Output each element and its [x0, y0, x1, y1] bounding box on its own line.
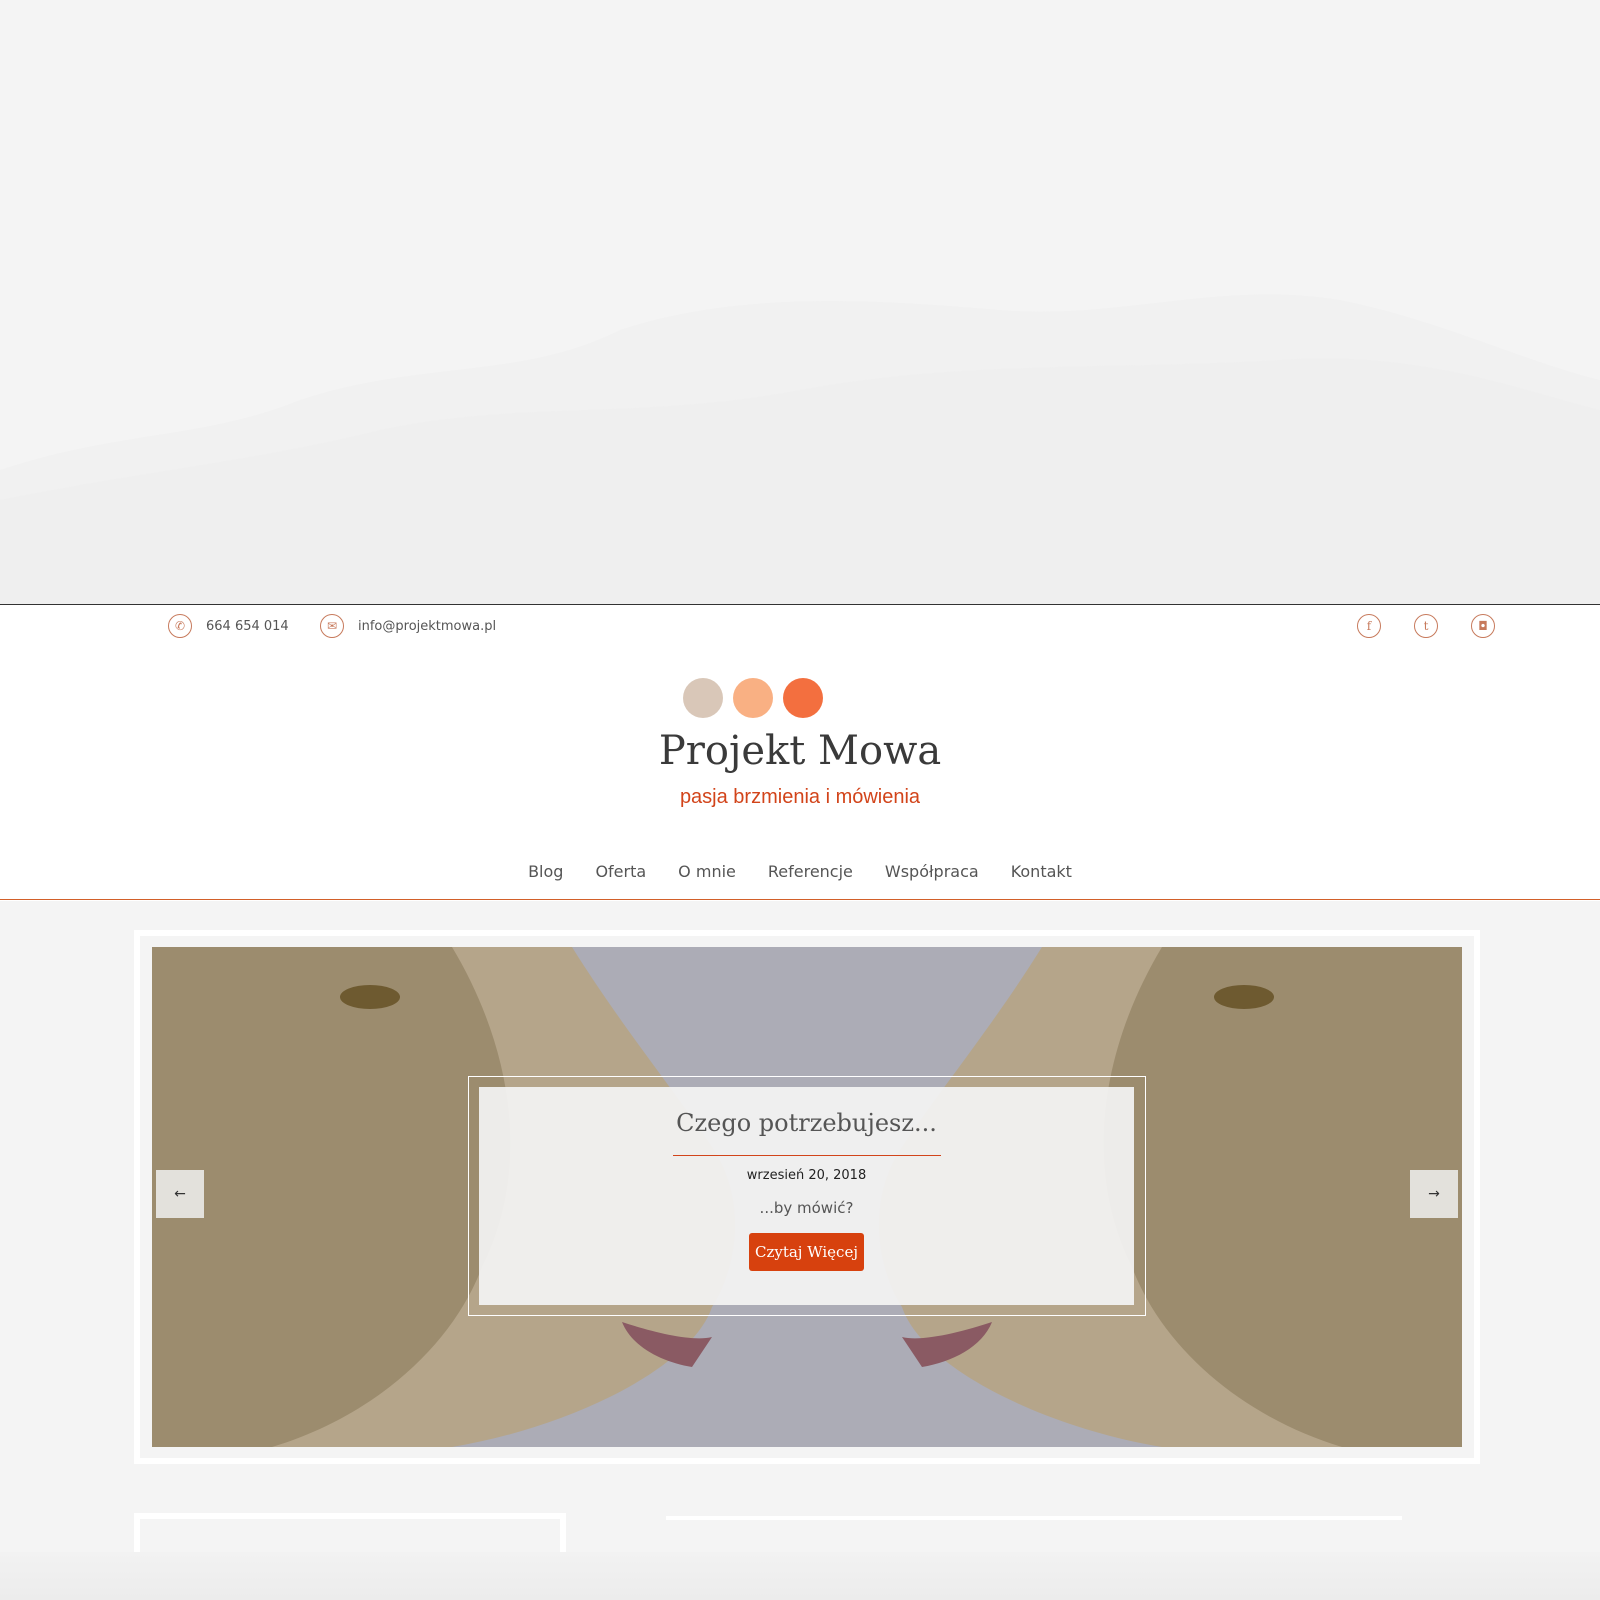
slider-next-button[interactable]: →: [1410, 1170, 1458, 1218]
slider-prev-button[interactable]: ←: [156, 1170, 204, 1218]
slide-title[interactable]: Czego potrzebujesz...: [479, 1109, 1134, 1137]
nav-item-o-mnie[interactable]: O mnie: [678, 862, 736, 881]
logo-bubble-3: [783, 678, 823, 718]
nav-item-blog[interactable]: Blog: [528, 862, 563, 881]
email-address: info@projektmowa.pl: [358, 618, 497, 634]
nav-item-referencje[interactable]: Referencje: [768, 862, 853, 881]
envelope-icon: ✉: [320, 614, 344, 638]
phone-number: 664 654 014: [206, 618, 289, 634]
email-contact[interactable]: ✉ info@projektmowa.pl: [320, 614, 496, 638]
nav-item-kontakt[interactable]: Kontakt: [1011, 862, 1072, 881]
slide-excerpt: ...by mówić?: [759, 1199, 854, 1217]
social-links: f t ◘: [1357, 614, 1495, 638]
bottom-fade: [0, 1552, 1600, 1600]
instagram-icon[interactable]: ◘: [1471, 614, 1495, 638]
read-more-button[interactable]: Czytaj Więcej: [748, 1233, 864, 1271]
top-background: [0, 0, 1600, 604]
slide-caption: Czego potrzebujesz... wrzesień 20, 2018 …: [479, 1087, 1134, 1305]
logo-bubble-2: [733, 678, 773, 718]
nav-item-wspolpraca[interactable]: Współpraca: [885, 862, 979, 881]
facebook-icon[interactable]: f: [1357, 614, 1381, 638]
main-nav: Blog Oferta O mnie Referencje Współpraca…: [0, 862, 1600, 881]
paint-texture: [0, 294, 1600, 604]
slide-divider: [672, 1155, 941, 1156]
logo[interactable]: [683, 678, 823, 718]
twitter-icon[interactable]: t: [1414, 614, 1438, 638]
slide-date: wrzesień 20, 2018: [746, 1168, 867, 1183]
phone-contact[interactable]: ✆ 664 654 014: [168, 614, 289, 638]
nav-divider: [0, 899, 1600, 900]
phone-icon: ✆: [168, 614, 192, 638]
nav-item-oferta[interactable]: Oferta: [595, 862, 646, 881]
site-title[interactable]: Projekt Mowa: [0, 728, 1600, 774]
content-divider-right: [666, 1516, 1402, 1520]
logo-bubble-1: [683, 678, 723, 718]
site-tagline: pasja brzmienia i mówienia: [679, 786, 921, 808]
